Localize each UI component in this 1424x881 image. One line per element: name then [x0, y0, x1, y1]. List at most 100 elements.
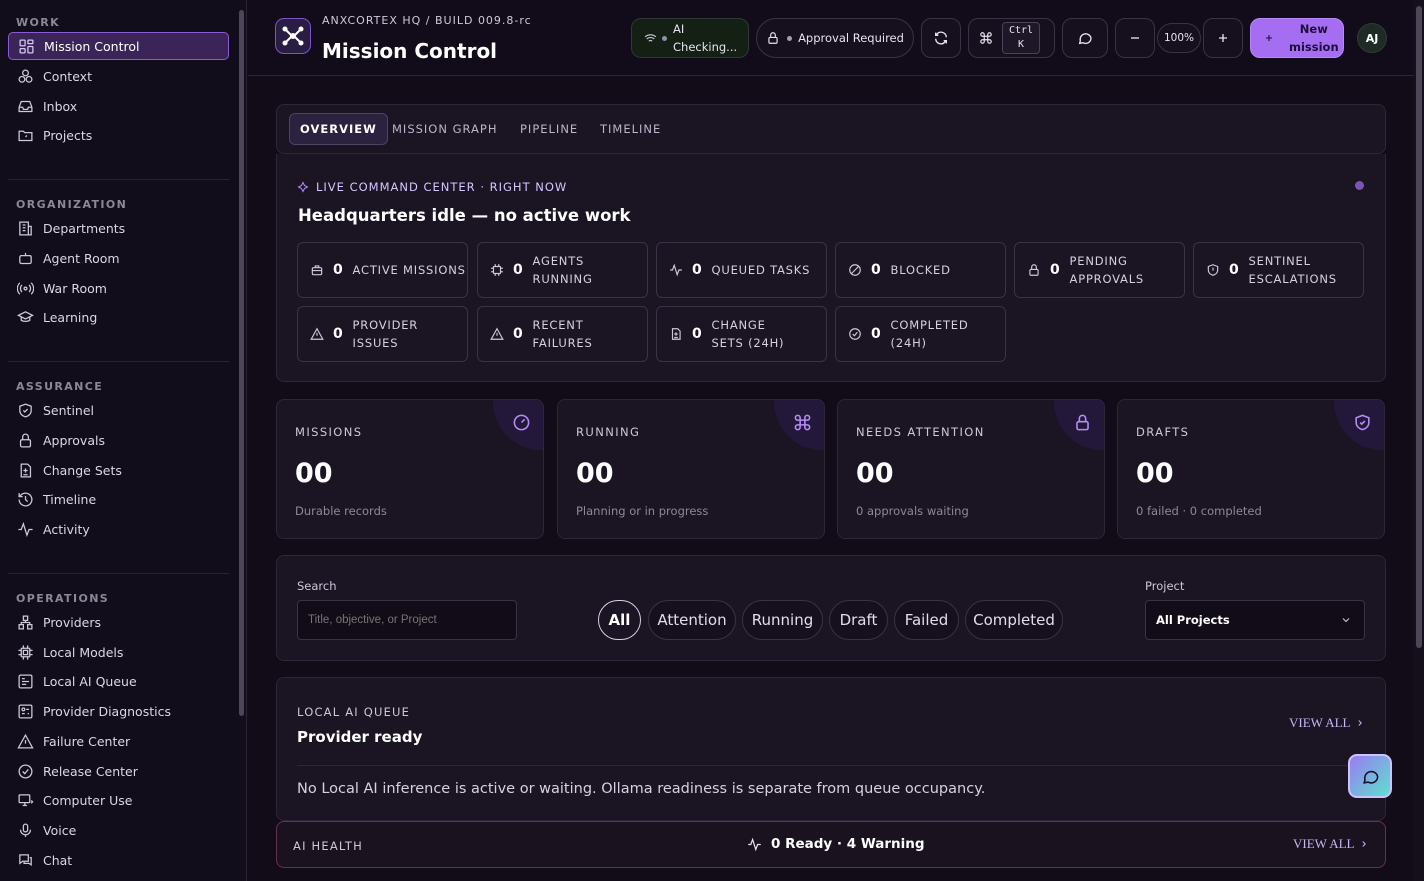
- message-icon: [1078, 33, 1092, 45]
- minus-icon: [1131, 37, 1139, 39]
- sidebar-item-change-sets[interactable]: Change Sets: [8, 456, 229, 484]
- card-subtitle: Durable records: [295, 504, 387, 518]
- ai-health-view-all[interactable]: VIEW ALL: [1293, 836, 1369, 852]
- stat-completed: 0 COMPLETED (24H): [835, 306, 1006, 362]
- messages-button[interactable]: [1062, 18, 1108, 58]
- sidebar-item-context[interactable]: Context: [8, 62, 229, 90]
- project-select[interactable]: All Projects: [1145, 600, 1365, 640]
- command-palette-button[interactable]: Ctrl K: [968, 18, 1055, 58]
- divider: [8, 361, 229, 362]
- warning-icon: [17, 733, 34, 749]
- zoom-out-button[interactable]: [1115, 18, 1155, 58]
- sidebar-item-mission-control[interactable]: Mission Control: [8, 32, 229, 60]
- robot-icon: [19, 252, 32, 264]
- floating-chat-button[interactable]: [1348, 754, 1392, 798]
- graduation-cap-icon: [17, 310, 34, 322]
- sidebar-item-sentinel[interactable]: Sentinel: [8, 396, 229, 424]
- ai-health-panel: AI HEALTH 0 Ready · 4 Warning VIEW ALL: [276, 821, 1386, 868]
- ai-status-button[interactable]: AI Checking...: [631, 18, 749, 58]
- building-icon: [19, 220, 32, 236]
- top-bar: ANXCORTEX HQ / BUILD 009.8-rc Mission Co…: [248, 0, 1414, 76]
- sidebar-scrollbar[interactable]: [239, 10, 244, 716]
- tab-bar: OVERVIEW MISSION GRAPH PIPELINE TIMELINE: [276, 104, 1386, 154]
- sidebar-item-local-ai-queue[interactable]: Local AI Queue: [8, 667, 229, 695]
- sidebar-item-label: Release Center: [43, 763, 138, 779]
- sidebar-item-agent-room[interactable]: Agent Room: [8, 244, 229, 272]
- sidebar-item-departments[interactable]: Departments: [8, 214, 229, 242]
- command-center-headline: Headquarters idle — no active work: [298, 206, 631, 225]
- search-input[interactable]: [297, 600, 517, 640]
- section-title-work: WORK: [16, 16, 61, 29]
- filter-failed[interactable]: Failed: [894, 600, 959, 640]
- stat-pending-approvals: 0 PENDING APPROVALS: [1014, 242, 1185, 298]
- ai-status-line2: Checking...: [673, 40, 738, 54]
- page-scrollbar-track[interactable]: [1414, 0, 1424, 881]
- sidebar-item-label: War Room: [43, 280, 107, 296]
- sidebar-item-providers[interactable]: Providers: [8, 608, 229, 636]
- zoom-in-button[interactable]: [1203, 18, 1243, 58]
- card-running[interactable]: RUNNING 00 Planning or in progress: [557, 399, 825, 539]
- avatar[interactable]: AJ: [1357, 23, 1387, 53]
- tab-overview[interactable]: OVERVIEW: [289, 113, 388, 145]
- card-missions[interactable]: MISSIONS 00 Durable records: [276, 399, 544, 539]
- card-needs-attention[interactable]: NEEDS ATTENTION 00 0 approvals waiting: [837, 399, 1105, 539]
- tab-pipeline[interactable]: PIPELINE: [510, 113, 588, 145]
- tab-mission-graph[interactable]: MISSION GRAPH: [382, 113, 508, 145]
- filter-running[interactable]: Running: [742, 600, 823, 640]
- filter-completed[interactable]: Completed: [965, 600, 1063, 640]
- shield-icon: [1207, 264, 1219, 276]
- sidebar-item-label: Timeline: [43, 491, 97, 507]
- sidebar-item-label: Providers: [43, 614, 101, 630]
- stat-provider-issues: 0 PROVIDER ISSUES: [297, 306, 468, 362]
- shield-check-icon: [19, 402, 32, 418]
- file-diff-icon: [671, 328, 681, 340]
- local-queue-title: Provider ready: [297, 728, 423, 746]
- search-label: Search: [297, 579, 337, 593]
- lock-icon: [768, 32, 778, 44]
- sidebar-item-activity[interactable]: Activity: [8, 515, 229, 543]
- sidebar-item-failure-center[interactable]: Failure Center: [8, 727, 229, 755]
- sidebar-item-approvals[interactable]: Approvals: [8, 426, 229, 454]
- wifi-icon: [644, 33, 657, 43]
- approval-required-button[interactable]: Approval Required: [756, 18, 914, 58]
- app-logo: [275, 18, 311, 54]
- filter-all[interactable]: All: [598, 600, 641, 640]
- lock-icon: [1029, 264, 1039, 276]
- live-indicator-dot: [1355, 181, 1364, 190]
- filter-draft[interactable]: Draft: [829, 600, 888, 640]
- lock-icon: [19, 433, 32, 448]
- sidebar-item-provider-diagnostics[interactable]: Provider Diagnostics: [8, 697, 229, 725]
- breadcrumb: ANXCORTEX HQ / BUILD 009.8-rc: [322, 14, 532, 27]
- monitor-icon: [18, 793, 34, 806]
- status-dot: [787, 35, 793, 41]
- new-mission-button[interactable]: New mission: [1250, 18, 1344, 58]
- sidebar: WORK Mission Control Context Inbox Proje…: [0, 0, 247, 881]
- card-drafts[interactable]: DRAFTS 00 0 failed · 0 completed: [1117, 399, 1385, 539]
- local-queue-eyebrow: LOCAL AI QUEUE: [297, 705, 411, 719]
- warning-icon: [310, 327, 324, 340]
- sidebar-item-voice[interactable]: Voice: [8, 816, 229, 844]
- sidebar-item-projects[interactable]: Projects: [8, 121, 229, 149]
- sidebar-item-label: Departments: [43, 220, 126, 236]
- stat-blocked: 0 BLOCKED: [835, 242, 1006, 298]
- local-queue-message: No Local AI inference is active or waiti…: [297, 781, 986, 797]
- sidebar-item-inbox[interactable]: Inbox: [8, 92, 229, 120]
- local-queue-view-all[interactable]: VIEW ALL: [1289, 715, 1365, 731]
- sidebar-item-label: Approvals: [43, 432, 105, 448]
- zoom-level: 100%: [1157, 23, 1201, 53]
- filter-attention[interactable]: Attention: [648, 600, 736, 640]
- tab-timeline[interactable]: TIMELINE: [590, 113, 671, 145]
- sidebar-item-release-center[interactable]: Release Center: [8, 757, 229, 785]
- gauge-icon: [513, 414, 529, 430]
- divider: [8, 573, 229, 574]
- refresh-button[interactable]: [921, 18, 961, 58]
- check-circle-icon: [849, 328, 861, 340]
- sidebar-item-war-room[interactable]: War Room: [8, 274, 229, 302]
- sidebar-item-learning[interactable]: Learning: [8, 303, 229, 331]
- sidebar-item-chat[interactable]: Chat: [8, 846, 229, 874]
- sidebar-item-label: Learning: [43, 309, 98, 325]
- sidebar-item-computer-use[interactable]: Computer Use: [8, 786, 229, 814]
- page-scrollbar-thumb[interactable]: [1416, 6, 1422, 648]
- sidebar-item-local-models[interactable]: Local Models: [8, 638, 229, 666]
- sidebar-item-timeline[interactable]: Timeline: [8, 485, 229, 513]
